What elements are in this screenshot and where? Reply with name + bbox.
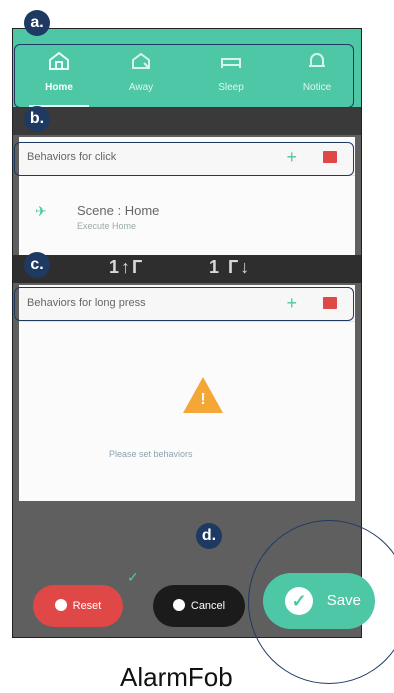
save-zoom-callout: ✓ Save: [248, 520, 394, 684]
save-button[interactable]: ✓ Save: [263, 573, 375, 629]
connector-band: 1↑Г 1 Г↓: [13, 255, 361, 283]
connector-icon: 1 Г↓: [209, 257, 252, 277]
annotation-badge-c: c.: [24, 252, 50, 278]
empty-state-text: Please set behaviors: [109, 449, 193, 459]
connector-icon: 1↑Г: [109, 257, 145, 277]
behavior-subtitle: Execute Home: [77, 221, 137, 231]
status-band: [13, 107, 361, 135]
reset-button[interactable]: Reset: [33, 585, 123, 627]
cancel-label: Cancel: [190, 600, 226, 612]
save-label: Save: [326, 592, 361, 609]
annotation-badge-b: b.: [24, 106, 50, 132]
check-icon: ✓: [285, 587, 313, 615]
pencil-icon: ✓: [127, 569, 139, 585]
warning-exclamation: !: [200, 391, 206, 408]
annotation-badge-d: d.: [196, 523, 222, 549]
reset-label: Reset: [72, 600, 102, 612]
annotation-box-a: [14, 44, 354, 108]
device-caption: AlarmFob: [120, 662, 233, 692]
annotation-box-c: [14, 287, 354, 321]
annotation-box-b: [14, 142, 354, 176]
behavior-title[interactable]: Scene : Home: [77, 203, 159, 218]
cancel-button[interactable]: Cancel: [153, 585, 245, 627]
scene-icon: ✈: [35, 203, 47, 219]
annotation-badge-a: a.: [24, 10, 50, 36]
